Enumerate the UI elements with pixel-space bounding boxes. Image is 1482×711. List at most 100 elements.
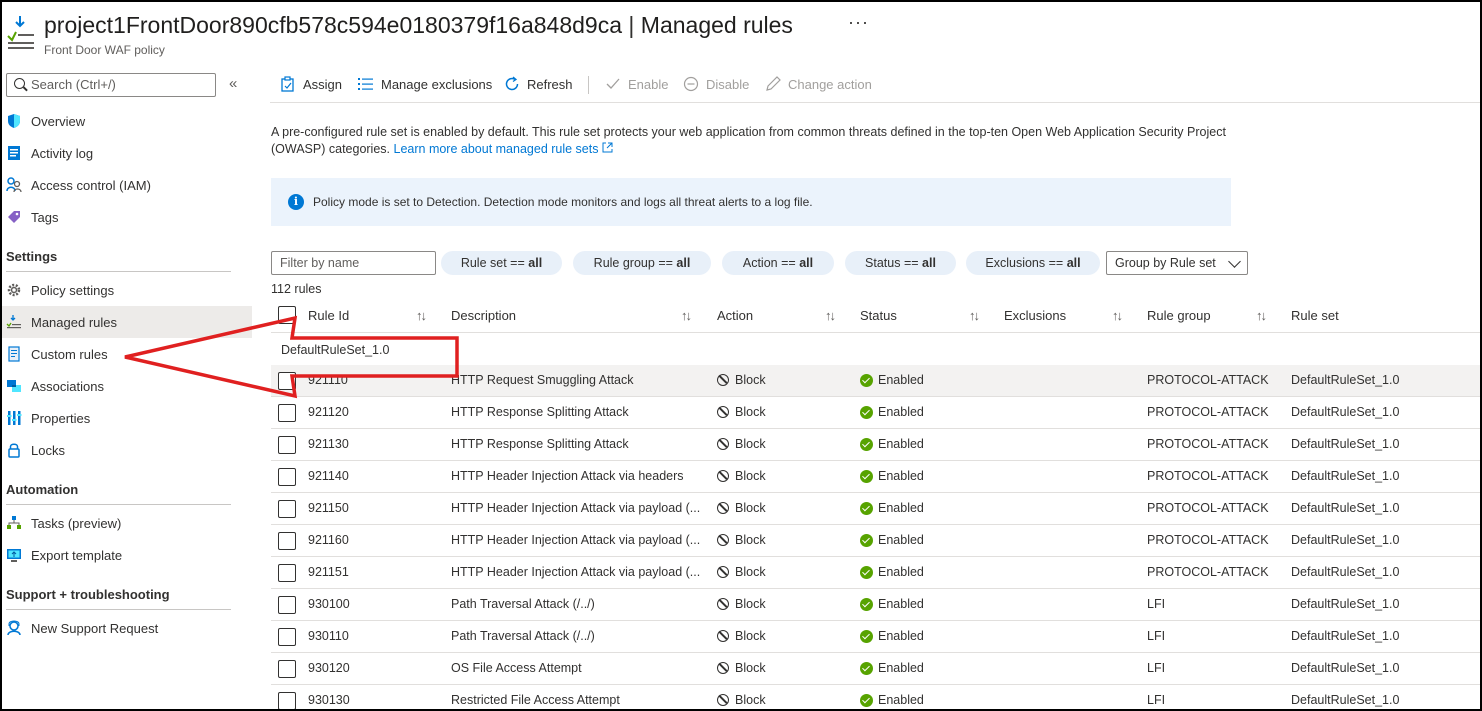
enable-button[interactable]: Enable (605, 76, 668, 92)
column-header-exclusions[interactable]: Exclusions (1004, 308, 1066, 323)
collapse-sidebar-button[interactable]: « (229, 75, 237, 92)
row-checkbox[interactable] (278, 468, 296, 486)
sidebar-item-label: Managed rules (31, 314, 117, 330)
pill-value: all (922, 256, 936, 270)
sort-icon[interactable]: ↑↓ (825, 308, 836, 323)
manage-exclusions-button[interactable]: Manage exclusions (357, 76, 492, 92)
column-header-rule-group[interactable]: Rule group (1147, 308, 1211, 323)
filter-pill-action[interactable]: Action == all (722, 251, 834, 275)
table-row[interactable]: 930120 OS File Access Attempt Block Enabled… (271, 653, 1482, 685)
cell-status-text: Enabled (878, 405, 924, 419)
cell-rule-group: LFI (1147, 693, 1165, 707)
learn-more-link[interactable]: Learn more about managed rule sets (394, 142, 613, 156)
table-row[interactable]: 921151 HTTP Header Injection Attack via p… (271, 557, 1482, 589)
sidebar-item-label: Policy settings (31, 282, 115, 298)
assign-button[interactable]: Assign (280, 76, 342, 92)
table-row[interactable]: 921120 HTTP Response Splitting Attack Bloc… (271, 397, 1482, 429)
sidebar-item-custom-rules[interactable]: Custom rules (0, 338, 252, 370)
sort-icon[interactable]: ↑↓ (1112, 308, 1123, 323)
table-row[interactable]: 930100 Path Traversal Attack (/../) Block E… (271, 589, 1482, 621)
row-checkbox[interactable] (278, 404, 296, 422)
sidebar-item-managed-rules[interactable]: Managed rules (0, 306, 252, 338)
change-action-button[interactable]: Change action (765, 76, 872, 92)
search-input[interactable]: Search (Ctrl+/) (6, 73, 216, 97)
row-checkbox[interactable] (278, 692, 296, 710)
column-header-rule-set[interactable]: Rule set (1291, 308, 1339, 323)
more-options-button[interactable]: ··· (848, 12, 869, 33)
table-row[interactable]: 930110 Path Traversal Attack (/../) Block E… (271, 621, 1482, 653)
cell-description-text: HTTP Header Injection Attack via payload… (451, 501, 701, 515)
table-row[interactable]: 921110 HTTP Request Smuggling Attack Block… (271, 365, 1482, 397)
filter-by-name-input[interactable]: Filter by name (271, 251, 436, 275)
sidebar-item-export-template[interactable]: Export template (0, 539, 252, 571)
column-header-status[interactable]: Status (860, 308, 897, 323)
cell-rule-group: LFI (1147, 661, 1165, 675)
row-checkbox[interactable] (278, 596, 296, 614)
tag-icon (8, 211, 20, 223)
block-icon (717, 694, 729, 706)
sidebar-item-policy-settings[interactable]: Policy settings (0, 274, 252, 306)
table-row[interactable]: 930130 Restricted File Access Attempt Bloc… (271, 685, 1482, 711)
table-row[interactable]: 921140 HTTP Header Injection Attack via h… (271, 461, 1482, 493)
cell-status-text: Enabled (878, 565, 924, 579)
sidebar-item-activity-log[interactable]: Activity log (0, 137, 252, 169)
cell-rule-group-text: PROTOCOL-ATTACK (1147, 469, 1269, 483)
sort-icon[interactable]: ↑↓ (416, 308, 427, 323)
cell-action-text: Block (735, 693, 766, 707)
cell-status: Enabled (860, 629, 924, 643)
row-checkbox[interactable] (278, 532, 296, 550)
assign-label: Assign (303, 76, 343, 92)
disable-button[interactable]: Disable (683, 76, 749, 92)
column-header-description[interactable]: Description (451, 308, 516, 323)
row-checkbox[interactable] (278, 500, 296, 518)
pill-operator: == (510, 256, 525, 270)
sort-icon[interactable]: ↑↓ (1256, 308, 1267, 323)
cell-status-text: Enabled (878, 597, 924, 611)
cell-status: Enabled (860, 405, 924, 419)
cell-rule-id: 921110 (308, 373, 348, 387)
manage-exclusions-label: Manage exclusions (381, 76, 493, 92)
search-icon (14, 78, 25, 89)
column-header-action[interactable]: Action (717, 308, 753, 323)
select-all-checkbox[interactable] (278, 306, 296, 324)
sort-icon[interactable]: ↑↓ (681, 308, 692, 323)
sort-icon[interactable]: ↑↓ (969, 308, 980, 323)
export-icon (7, 549, 21, 562)
sidebar-item-overview[interactable]: Overview (0, 105, 252, 137)
sidebar-item-new-support-request[interactable]: New Support Request (0, 612, 252, 644)
cell-description: HTTP Header Injection Attack via payload… (451, 533, 700, 547)
filter-pill-status[interactable]: Status == all (845, 251, 956, 275)
refresh-button[interactable]: Refresh (504, 76, 573, 92)
filter-pill-rule-set[interactable]: Rule set == all (441, 251, 562, 275)
cell-action: Block (717, 405, 766, 419)
sidebar-item-access-control[interactable]: Access control (IAM) (0, 169, 252, 201)
cell-rule-id-text: 930120 (308, 661, 350, 675)
filter-pill-rule-group[interactable]: Rule group == all (573, 251, 711, 275)
sidebar-item-label: Tasks (preview) (31, 515, 122, 531)
row-checkbox[interactable] (278, 372, 296, 390)
row-checkbox[interactable] (278, 436, 296, 454)
chevron-down-icon (1228, 255, 1241, 268)
row-checkbox[interactable] (278, 660, 296, 678)
filter-pill-exclusions[interactable]: Exclusions == all (966, 251, 1100, 275)
row-checkbox[interactable] (278, 564, 296, 582)
group-header-label[interactable]: DefaultRuleSet_1.0 (281, 343, 389, 357)
sidebar-item-locks[interactable]: Locks (0, 434, 252, 466)
group-by-dropdown[interactable]: Group by Rule set (1106, 251, 1248, 275)
cell-description-text: HTTP Header Injection Attack via payload… (451, 533, 701, 547)
block-icon (717, 598, 729, 610)
cell-rule-set: DefaultRuleSet_1.0 (1291, 565, 1399, 579)
support-section-title: Support + troubleshooting (6, 587, 170, 602)
sidebar-item-tasks[interactable]: Tasks (preview) (0, 507, 252, 539)
table-row[interactable]: 921160 HTTP Header Injection Attack via p… (271, 525, 1482, 557)
pill-operator: == (1048, 256, 1064, 270)
table-row[interactable]: 921150 HTTP Header Injection Attack via p… (271, 493, 1482, 525)
row-checkbox[interactable] (278, 628, 296, 646)
sidebar-item-associations[interactable]: Associations (0, 370, 252, 402)
column-header-rule-id[interactable]: Rule Id (308, 308, 349, 323)
table-row[interactable]: 921130 HTTP Response Splitting Attack Bloc… (271, 429, 1482, 461)
sidebar-item-tags[interactable]: Tags (0, 201, 252, 233)
sidebar-item-properties[interactable]: Properties (0, 402, 252, 434)
cell-rule-group: PROTOCOL-ATTACK (1147, 469, 1269, 483)
cell-action: Block (717, 533, 766, 547)
